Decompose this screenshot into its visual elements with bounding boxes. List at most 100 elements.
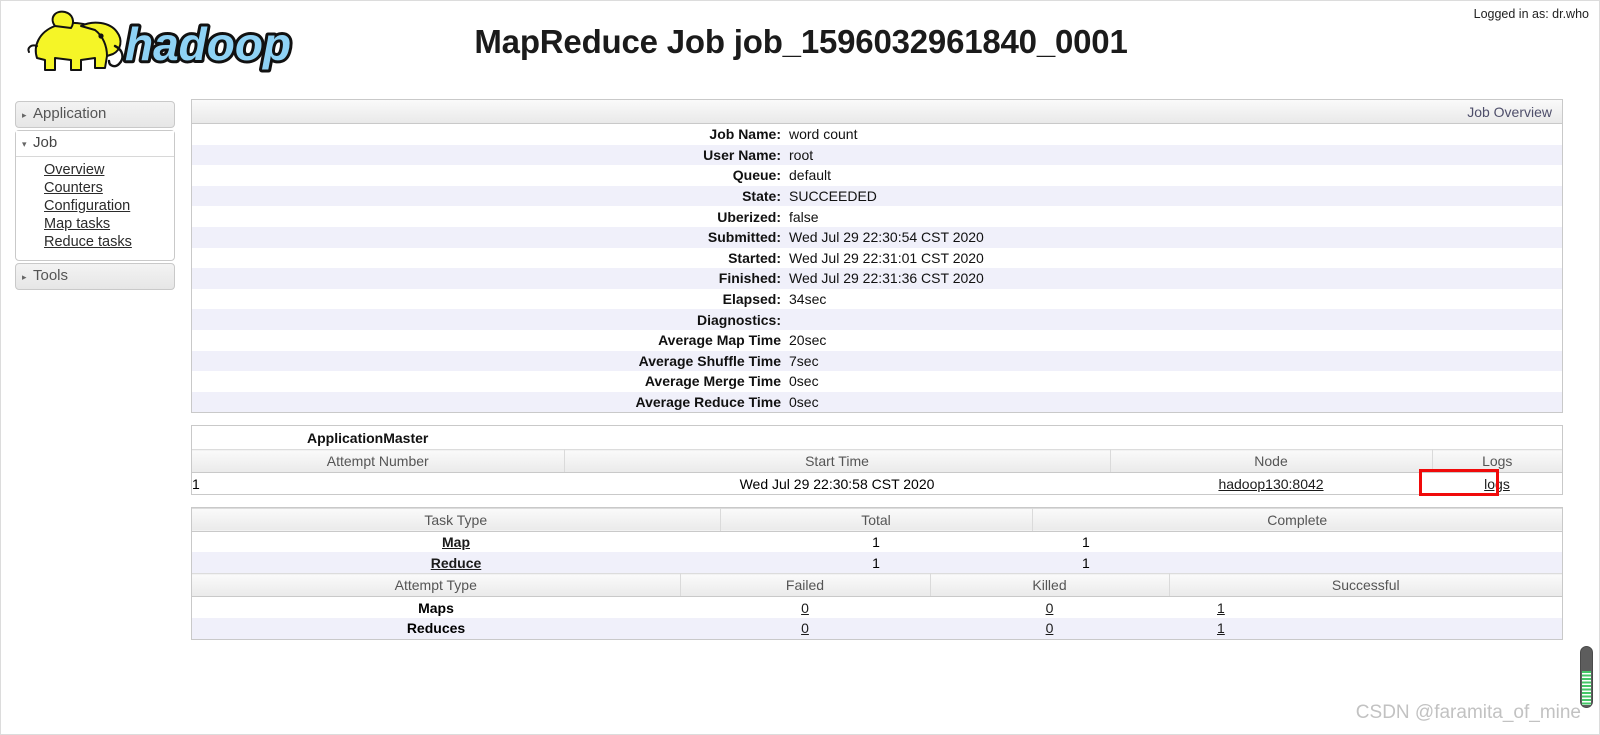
reduces-failed-link[interactable]: 0	[801, 620, 809, 636]
sidebar-group-tools-label: Tools	[33, 267, 69, 284]
column-header-logs[interactable]: Logs	[1432, 449, 1562, 474]
row-value: Wed Jul 29 22:31:01 CST 2020	[789, 249, 984, 266]
cell-task-type: Reduce	[192, 552, 720, 573]
table-row: Diagnostics:	[192, 309, 1562, 330]
sidebar-group-application-label: Application	[33, 105, 107, 122]
row-label: Average Map Time	[658, 332, 781, 349]
vertical-scrollbar-thumb[interactable]	[1580, 646, 1593, 708]
row-value: false	[789, 208, 819, 225]
column-header-attempt-type[interactable]: Attempt Type	[192, 573, 681, 598]
map-task-link[interactable]: Map	[442, 534, 470, 550]
sidebar-item-configuration[interactable]: Configuration	[44, 198, 174, 215]
table-header-row: Attempt Number Start Time Node Logs	[192, 449, 1562, 474]
cell-successful: 1	[1169, 618, 1562, 639]
reduces-successful-link[interactable]: 1	[1217, 620, 1225, 636]
column-header-successful[interactable]: Successful	[1169, 573, 1562, 598]
sidebar-item-overview[interactable]: Overview	[44, 162, 174, 179]
job-overview-table: Job Name: word count User Name: root Que…	[192, 124, 1562, 413]
column-header-killed[interactable]: Killed	[930, 573, 1170, 598]
table-row: Started: Wed Jul 29 22:31:01 CST 2020	[192, 248, 1562, 269]
application-master-table: Attempt Number Start Time Node Logs 1 We…	[192, 449, 1562, 494]
job-overview-panel: Job Overview Job Name: word count User N…	[191, 99, 1563, 414]
sidebar-item-map-tasks[interactable]: Map tasks	[44, 216, 174, 233]
column-header-task-type[interactable]: Task Type	[192, 507, 721, 532]
row-label: Queue:	[732, 167, 781, 184]
reduce-task-link[interactable]: Reduce	[431, 555, 482, 571]
task-type-table: Task Type Total Complete Map 1 1 Reduce	[192, 507, 1562, 574]
table-row: Map 1 1	[192, 531, 1562, 552]
column-header-node[interactable]: Node	[1110, 449, 1433, 474]
column-header-failed[interactable]: Failed	[680, 573, 931, 598]
row-label: Submitted:	[707, 229, 781, 246]
maps-successful-link[interactable]: 1	[1217, 600, 1225, 616]
row-value	[789, 309, 1562, 330]
row-label: Average Merge Time	[644, 373, 781, 390]
logs-link[interactable]: logs	[1484, 476, 1510, 492]
column-header-complete[interactable]: Complete	[1032, 507, 1562, 532]
row-label: Diagnostics:	[696, 311, 781, 328]
sidebar-item-counters[interactable]: Counters	[44, 180, 174, 197]
table-row: Elapsed: 34sec	[192, 289, 1562, 310]
cell-logs: logs	[1432, 473, 1562, 494]
sidebar-item-reduce-tasks[interactable]: Reduce tasks	[44, 234, 174, 251]
row-label: Started:	[728, 249, 781, 266]
watermark: CSDN @faramita_of_mine	[1355, 702, 1581, 723]
row-label: Average Shuffle Time	[638, 352, 781, 369]
row-label: Job Name:	[709, 126, 781, 143]
application-master-panel: ApplicationMaster Attempt Number Start T…	[191, 425, 1563, 495]
row-value: 7sec	[789, 352, 819, 369]
chevron-right-icon: ▸	[22, 272, 27, 282]
sidebar-group-tools[interactable]: ▸ Tools	[15, 263, 175, 290]
table-row: Uberized: false	[192, 206, 1562, 227]
table-header-row: Task Type Total Complete	[192, 507, 1562, 532]
table-row: Finished: Wed Jul 29 22:31:36 CST 2020	[192, 268, 1562, 289]
row-value: 0sec	[789, 373, 819, 390]
cell-complete: 1	[1082, 534, 1090, 551]
page-title: MapReduce Job job_1596032961840_0001	[474, 23, 1128, 60]
row-value-state: SUCCEEDED	[789, 188, 877, 205]
row-value: word count	[789, 126, 858, 143]
row-value: 0sec	[789, 394, 819, 411]
maps-killed-link[interactable]: 0	[1046, 600, 1054, 616]
scrollbar-stripes	[1582, 671, 1591, 705]
row-label: Elapsed:	[722, 291, 781, 308]
column-header-total[interactable]: Total	[720, 507, 1033, 532]
sidebar: ▸ Application ▾ Job Overview Counters Conf…	[15, 101, 175, 292]
maps-failed-link[interactable]: 0	[801, 600, 809, 616]
attempt-type-table: Attempt Type Failed Killed Successful Ma…	[192, 573, 1562, 639]
logged-in-label: Logged in as: dr.who	[1473, 7, 1589, 21]
sidebar-group-application[interactable]: ▸ Application	[15, 101, 175, 128]
reduces-killed-link[interactable]: 0	[1046, 620, 1054, 636]
cell-attempt-type: Reduces	[406, 620, 466, 637]
chevron-right-icon: ▸	[22, 110, 27, 120]
cell-complete: 1	[1082, 554, 1090, 571]
table-row: 1 Wed Jul 29 22:30:58 CST 2020 hadoop130…	[192, 473, 1562, 494]
row-label: Average Reduce Time	[635, 394, 781, 411]
cell-killed: 0	[930, 618, 1169, 639]
row-value: default	[789, 167, 832, 184]
cell-successful: 1	[1169, 597, 1562, 618]
table-row: Job Name: word count	[192, 124, 1562, 145]
table-row: Average Reduce Time 0sec	[192, 391, 1562, 413]
table-row: Average Map Time 20sec	[192, 330, 1562, 351]
row-value: Wed Jul 29 22:31:36 CST 2020	[789, 270, 984, 287]
node-link[interactable]: hadoop130:8042	[1218, 476, 1323, 492]
page-header: hadoop hadoop MapReduce Job job_15960329…	[1, 1, 1599, 91]
column-header-attempt-number[interactable]: Attempt Number	[192, 449, 565, 474]
table-row: Submitted: Wed Jul 29 22:30:54 CST 2020	[192, 226, 1562, 248]
table-row: Maps 0 0 1	[192, 597, 1562, 618]
row-value: 34sec	[789, 291, 827, 308]
table-row: Queue: default	[192, 165, 1562, 186]
application-master-caption: ApplicationMaster	[307, 430, 429, 447]
row-value: root	[789, 146, 814, 163]
sidebar-group-job-header[interactable]: ▾ Job	[16, 131, 174, 157]
row-label: User Name:	[703, 146, 781, 163]
task-summary-panel: Task Type Total Complete Map 1 1 Reduce	[191, 506, 1563, 640]
chevron-down-icon: ▾	[22, 139, 27, 149]
sidebar-group-job: ▾ Job Overview Counters Configuration Map…	[15, 130, 175, 261]
cell-task-type: Map	[192, 531, 720, 552]
column-header-start-time[interactable]: Start Time	[564, 449, 1111, 474]
cell-node: hadoop130:8042	[1110, 473, 1432, 494]
cell-killed: 0	[930, 597, 1169, 618]
row-label: State:	[742, 188, 781, 205]
